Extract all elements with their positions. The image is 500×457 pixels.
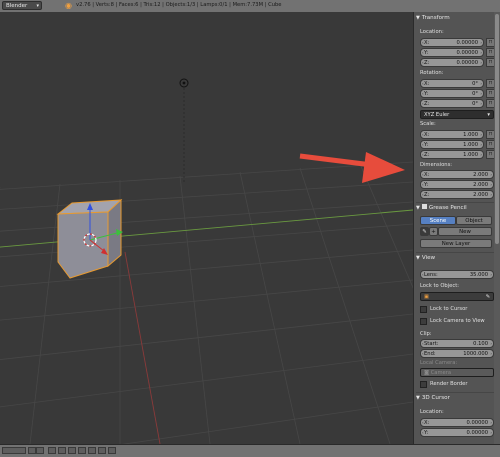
tab-scene[interactable]: Scene	[420, 216, 456, 225]
annotation-arrow	[299, 152, 405, 183]
viewport-header	[0, 444, 500, 457]
render-engine-dropdown[interactable]: Blender Render ▾	[2, 1, 42, 18]
layer-icon[interactable]	[28, 447, 36, 454]
scale-z-field[interactable]: ‹ Z: 1.000 ›	[420, 150, 484, 159]
view-title: View	[421, 255, 436, 261]
3d-viewport[interactable]	[0, 12, 413, 444]
triangle-down-icon: ▼	[416, 15, 420, 21]
object-icon: ▣	[424, 294, 429, 300]
new-layer-button[interactable]: New Layer	[420, 239, 492, 248]
clip-end-field[interactable]: ‹ End: 1000.000 ›	[420, 349, 494, 358]
dimensions-label: Dimensions:	[420, 162, 453, 168]
lock-to-cursor-label: Lock to Cursor	[430, 306, 468, 312]
local-camera-label: Local Camera:	[420, 360, 458, 366]
viewport-scene	[0, 78, 413, 444]
snap-icon[interactable]	[48, 447, 56, 454]
editor-type-icon[interactable]	[2, 447, 26, 454]
triangle-down-icon: ▼	[416, 255, 420, 261]
render-border-checkbox[interactable]	[420, 381, 427, 388]
3d-cursor-title: 3D Cursor	[421, 395, 450, 401]
clip-label: Clip:	[420, 331, 432, 337]
location-z-field[interactable]: ‹ Z: 0.00000 ›	[420, 58, 484, 67]
lock-object-field[interactable]: ▣ ✎	[420, 292, 494, 301]
lock-camera-to-view-checkbox[interactable]	[420, 318, 427, 325]
local-camera-field: ◙ Camera	[420, 368, 494, 377]
divider	[416, 202, 496, 203]
manipulator-icon[interactable]	[78, 447, 86, 454]
lamp-object[interactable]	[179, 78, 189, 182]
location-y-field[interactable]: ‹ Y: 0.00000 ›	[420, 48, 484, 57]
eyedropper-icon[interactable]: ✎	[486, 293, 490, 301]
3d-cursor-section-header[interactable]: ▼ 3D Cursor	[416, 394, 494, 403]
blender-logo-icon: ◉	[65, 1, 72, 10]
transform-section-header[interactable]: ▼ Transform	[416, 14, 494, 23]
lock-camera-to-view-label: Lock Camera to View	[430, 318, 485, 324]
y-axis-line	[124, 251, 161, 444]
scale-y-field[interactable]: ‹ Y: 1.000 ›	[420, 140, 484, 149]
transform-title: Transform	[421, 15, 450, 21]
divider	[416, 392, 496, 393]
properties-panel: ▼ Transform Location: ‹ X: 0.00000 › ⊓ ‹ Y: 0.…	[413, 12, 500, 444]
camera-view-icon[interactable]	[98, 447, 106, 454]
location-x-field[interactable]: ‹ X: 0.00000 ›	[420, 38, 484, 47]
tab-object[interactable]: Object	[456, 216, 492, 225]
rotation-mode-dropdown[interactable]: XYZ Euler ▾	[420, 110, 494, 119]
dimensions-x-field[interactable]: ‹ X: 2.000 ›	[420, 170, 494, 179]
dimensions-z-field[interactable]: ‹ Z: 2.000 ›	[420, 190, 494, 199]
rotation-label: Rotation:	[420, 70, 444, 76]
proportional-edit-icon[interactable]	[58, 447, 66, 454]
add-icon[interactable]: +	[429, 227, 438, 236]
triangle-down-icon: ▼	[416, 395, 420, 401]
location-label: Location:	[420, 29, 444, 35]
triangle-down-icon: ▼	[416, 205, 420, 211]
camera-icon: ◙	[424, 370, 431, 376]
camera-placeholder: Camera	[430, 370, 452, 376]
rotation-z-field[interactable]: ‹ Z: 0° ›	[420, 99, 484, 108]
pencil-icon[interactable]: ✎	[420, 227, 429, 236]
render-icon[interactable]	[88, 447, 96, 454]
grease-pencil-section-header[interactable]: ▼ Grease Pencil	[416, 204, 494, 213]
grease-pencil-title: Grease Pencil	[428, 205, 467, 211]
view-section-header[interactable]: ▼ View	[416, 254, 494, 263]
rotation-y-field[interactable]: ‹ Y: 0° ›	[420, 89, 484, 98]
cursor-location-label: Location:	[420, 409, 444, 415]
clip-start-field[interactable]: ‹ Start: 0.100 ›	[420, 339, 494, 348]
dimensions-y-field[interactable]: ‹ Y: 2.000 ›	[420, 180, 494, 189]
layer-icon[interactable]	[36, 447, 44, 454]
transform-orientation-icon[interactable]	[68, 447, 76, 454]
chevron-down-icon: ▾	[487, 112, 490, 118]
cursor-y-field[interactable]: ‹ Y: 0.00000 ›	[420, 428, 494, 437]
scene-stats: v2.76 | Verts:8 | Faces:6 | Tris:12 | Ob…	[76, 2, 282, 8]
rotation-mode-label: XYZ Euler	[424, 112, 450, 118]
divider	[416, 252, 496, 253]
floor-grid	[0, 161, 413, 444]
new-gpencil-button[interactable]: New	[438, 227, 492, 236]
pivot-icon[interactable]	[108, 447, 116, 454]
lock-to-cursor-checkbox[interactable]	[420, 306, 427, 313]
render-border-label: Render Border	[430, 381, 468, 387]
cursor-x-field[interactable]: ‹ X: 0.00000 ›	[420, 418, 494, 427]
chevron-down-icon: ▾	[36, 3, 39, 9]
scale-label: Scale:	[420, 121, 436, 127]
grease-pencil-checkbox-icon[interactable]	[421, 204, 427, 209]
scale-x-field[interactable]: ‹ X: 1.000 ›	[420, 130, 484, 139]
lens-field[interactable]: ‹ Lens: 35.000 ›	[420, 270, 494, 279]
rotation-x-field[interactable]: ‹ X: 0° ›	[420, 79, 484, 88]
lock-to-object-label: Lock to Object:	[420, 283, 459, 289]
panel-scrollbar-thumb[interactable]	[495, 14, 499, 244]
